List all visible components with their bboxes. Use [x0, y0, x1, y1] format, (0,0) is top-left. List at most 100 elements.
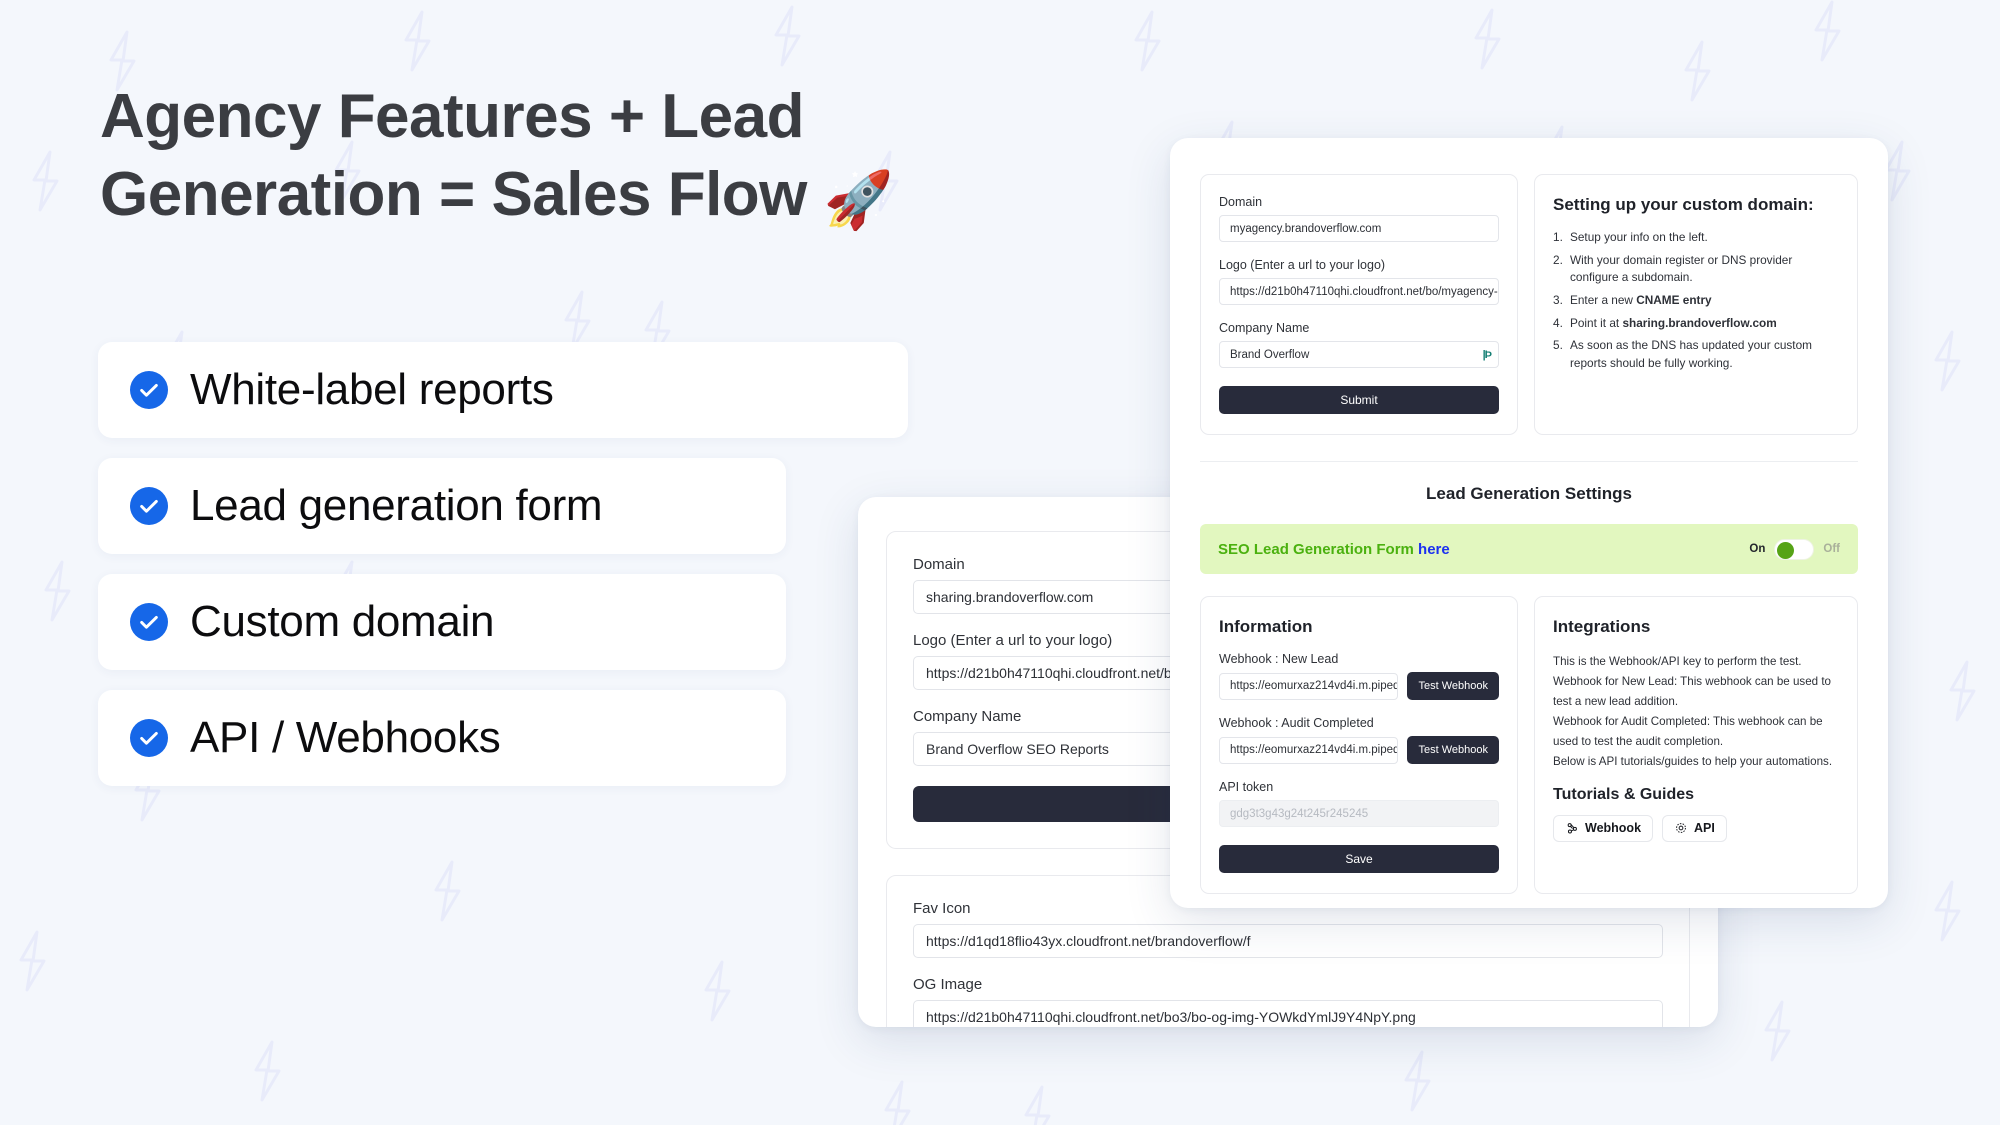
seo-lead-generation-form-bar: SEO Lead Generation Form here On Off — [1200, 524, 1858, 574]
guide-step-emphasis: sharing.brandoverflow.com — [1622, 315, 1777, 330]
lightning-bolt-icon — [1400, 1050, 1434, 1112]
integrations-row: Information Webhook : New Lead https://e… — [1200, 596, 1858, 894]
integrations-line: Below is API tutorials/guides to help yo… — [1553, 754, 1833, 768]
api-token-input[interactable]: gdg3t3g43g24t245r245245 — [1219, 800, 1499, 827]
lightning-bolt-icon — [430, 860, 464, 922]
seo-bar-label: SEO Lead Generation Form — [1218, 540, 1414, 558]
lightning-bolt-icon — [40, 560, 74, 622]
integrations-line: Webhook for New Lead: This webhook can b… — [1553, 674, 1831, 708]
lightning-bolt-icon — [1130, 10, 1164, 72]
guide-step: As soon as the DNS has updated your cust… — [1553, 337, 1812, 371]
lightning-bolt-icon — [250, 1040, 284, 1102]
webhook-chip-label: Webhook — [1585, 821, 1642, 836]
tutorial-chip-row: Webhook API — [1553, 814, 1839, 842]
toggle-on-label: On — [1749, 543, 1766, 555]
api-tutorial-chip[interactable]: API — [1662, 814, 1727, 842]
webhook-new-lead-input[interactable]: https://eomurxaz214vd4i.m.pipedream.net — [1219, 672, 1399, 700]
feature-label: White-label reports — [190, 365, 554, 414]
domain-setup-row: Domain myagency.brandoverflow.com Logo (… — [1200, 174, 1858, 435]
information-title: Information — [1219, 617, 1313, 636]
page-title-line-2: Generation = Sales Flow — [100, 159, 807, 229]
guide-steps-list: Setup your info on the left. With your d… — [1553, 229, 1839, 373]
lightning-bolt-icon — [770, 5, 804, 67]
seo-form-toggle-group[interactable]: On Off — [1749, 538, 1840, 560]
check-circle-icon — [130, 719, 168, 757]
lead-generation-settings-heading: Lead Generation Settings — [1426, 484, 1632, 503]
test-webhook-audit-button[interactable]: Test Webhook — [1407, 736, 1499, 764]
api-token-label: API token — [1219, 780, 1274, 794]
webhook-new-lead-group: Webhook : New Lead https://eomurxaz214vd… — [1219, 652, 1499, 700]
og-image-label: OG Image — [913, 976, 983, 993]
information-panel: Information Webhook : New Lead https://e… — [1200, 596, 1518, 894]
og-image-field-group: OG Image https://d21b0h47110qhi.cloudfro… — [913, 976, 1663, 1027]
webhook-new-lead-row: https://eomurxaz214vd4i.m.pipedream.net … — [1219, 672, 1499, 700]
domain-input[interactable]: myagency.brandoverflow.com — [1219, 215, 1499, 242]
webhook-audit-completed-group: Webhook : Audit Completed https://eomurx… — [1219, 716, 1499, 764]
seo-form-here-link[interactable]: here — [1418, 541, 1450, 558]
api-chip-label: API — [1694, 821, 1715, 836]
feature-list: White-label reports Lead generation form… — [98, 342, 908, 806]
gear-api-icon — [1674, 821, 1688, 835]
integrations-line: This is the Webhook/API key to perform t… — [1553, 655, 1802, 668]
feature-label: API / Webhooks — [190, 713, 501, 762]
lightning-bolt-icon — [1930, 330, 1964, 392]
webhook-tutorial-chip[interactable]: Webhook — [1553, 814, 1654, 842]
webhook-audit-completed-label: Webhook : Audit Completed — [1219, 716, 1374, 730]
logo-input[interactable]: https://d21b0h47110qhi.cloudfront.net/bo… — [1219, 278, 1499, 305]
company-name-label: Company Name — [1219, 321, 1310, 335]
guide-step: Point it at sharing.brandoverflow.com — [1553, 315, 1839, 333]
domain-label: Domain — [1219, 195, 1263, 209]
lightning-bolt-icon — [1760, 1000, 1794, 1062]
company-name-value: Brand Overflow — [1230, 348, 1310, 361]
grammarly-icon[interactable]: |Þ — [1483, 349, 1492, 361]
seo-bar-text: SEO Lead Generation Form here — [1218, 541, 1450, 558]
integrations-panel: Integrations This is the Webhook/API key… — [1534, 596, 1858, 894]
og-image-input[interactable]: https://d21b0h47110qhi.cloudfront.net/bo… — [913, 1000, 1663, 1027]
guide-step: With your domain register or DNS provide… — [1553, 252, 1793, 285]
guide-step: Setup your info on the left. — [1553, 229, 1708, 246]
feature-card-white-label-reports: White-label reports — [98, 342, 908, 438]
seo-form-toggle[interactable] — [1774, 538, 1815, 560]
integrations-title: Integrations — [1553, 617, 1651, 636]
lightning-bolt-icon — [880, 1080, 914, 1125]
domain-field-group: Domain myagency.brandoverflow.com — [1219, 195, 1499, 242]
guide-step-text: Enter a new — [1570, 293, 1637, 308]
foreground-screenshot-card: Domain myagency.brandoverflow.com Logo (… — [1170, 138, 1888, 908]
lightning-bolt-icon — [400, 10, 434, 72]
integrations-line: Webhook for Audit Completed: This webhoo… — [1553, 714, 1823, 748]
feature-label: Custom domain — [190, 597, 495, 646]
save-button[interactable]: Save — [1219, 845, 1499, 873]
logo-field-group: Logo (Enter a url to your logo) https://… — [1219, 258, 1499, 305]
tutorials-guides-title: Tutorials & Guides — [1553, 785, 1695, 803]
feature-card-custom-domain: Custom domain — [98, 574, 786, 670]
logo-label: Logo (Enter a url to your logo) — [1219, 258, 1386, 272]
check-circle-icon — [130, 603, 168, 641]
webhook-audit-completed-input[interactable]: https://eomurxaz214vd4i.m.pipedream.net — [1219, 736, 1399, 764]
custom-domain-guide-panel: Setting up your custom domain: Setup you… — [1534, 174, 1858, 435]
lightning-bolt-icon — [700, 960, 734, 1022]
feature-card-api-webhooks: API / Webhooks — [98, 690, 786, 786]
integrations-description: This is the Webhook/API key to perform t… — [1553, 652, 1839, 772]
lightning-bolt-icon — [1020, 1085, 1054, 1125]
webhook-audit-completed-row: https://eomurxaz214vd4i.m.pipedream.net … — [1219, 736, 1499, 764]
webhook-new-lead-label: Webhook : New Lead — [1219, 652, 1339, 666]
webhook-icon — [1565, 821, 1579, 835]
lightning-bolt-icon — [1810, 0, 1844, 62]
guide-step: Enter a new CNAME entry — [1553, 292, 1839, 310]
company-name-input[interactable]: Brand Overflow |Þ — [1219, 341, 1499, 368]
guide-step-emphasis: CNAME entry — [1636, 293, 1712, 308]
check-circle-icon — [130, 371, 168, 409]
toggle-off-label: Off — [1823, 543, 1840, 555]
favicon-field-group: Fav Icon https://d1qd18flio43yx.cloudfro… — [913, 900, 1663, 958]
favicon-input[interactable]: https://d1qd18flio43yx.cloudfront.net/br… — [913, 924, 1663, 958]
check-circle-icon — [130, 487, 168, 525]
submit-button[interactable]: Submit — [1219, 386, 1499, 414]
lightning-bolt-icon — [1930, 880, 1964, 942]
page-title: Agency Features + Lead Generation = Sale… — [100, 78, 1000, 235]
feature-label: Lead generation form — [190, 481, 603, 530]
lightning-bolt-icon — [1680, 40, 1714, 102]
feature-card-lead-generation-form: Lead generation form — [98, 458, 786, 554]
lightning-bolt-icon — [1945, 660, 1979, 722]
guide-title: Setting up your custom domain: — [1553, 195, 1814, 214]
test-webhook-new-lead-button[interactable]: Test Webhook — [1407, 672, 1499, 700]
